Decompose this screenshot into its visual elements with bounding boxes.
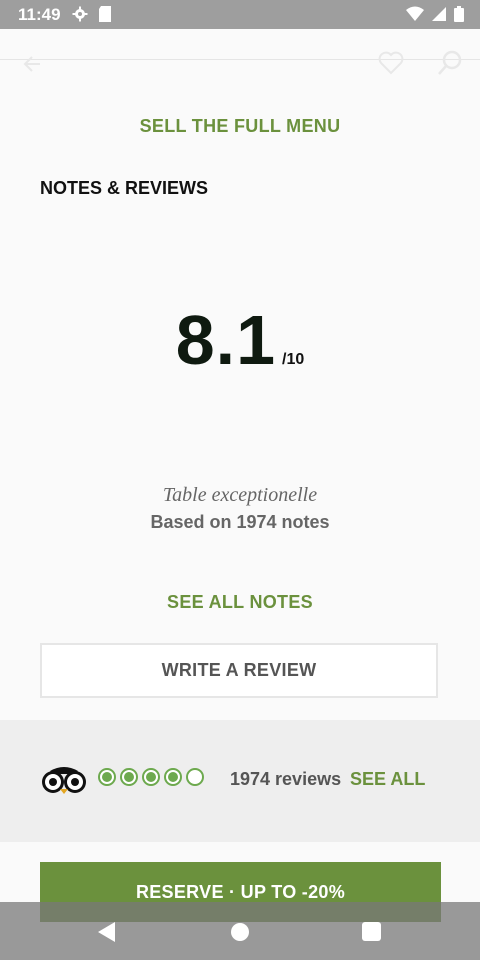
rating-bubble-filled	[142, 768, 160, 786]
nav-recent-icon[interactable]	[362, 922, 381, 941]
write-review-button[interactable]: WRITE A REVIEW	[40, 643, 438, 698]
tripadvisor-review-count: 1974 reviews	[230, 769, 342, 789]
status-icons-left	[72, 6, 112, 22]
nav-home-icon[interactable]	[231, 923, 249, 941]
wifi-icon	[406, 6, 424, 21]
tripadvisor-panel: 1974 reviews SEE ALL	[0, 720, 480, 842]
section-title: NOTES & REVIEWS	[40, 178, 209, 198]
score-value: 8.1	[175, 301, 277, 379]
sell-full-menu-link[interactable]: SELL THE FULL MENU	[0, 116, 480, 137]
status-bar: 11:49	[0, 0, 480, 29]
gear-icon	[72, 6, 88, 22]
based-on-notes: Based on 1974 notes	[150, 512, 330, 532]
rating-bubble-filled	[120, 768, 138, 786]
rating-bubbles	[98, 768, 204, 786]
tripadvisor-owl-icon	[42, 767, 86, 794]
status-icons-right	[406, 6, 464, 22]
status-time: 11:49	[18, 5, 61, 24]
heart-icon[interactable]	[378, 51, 404, 75]
nav-back-icon[interactable]	[98, 922, 116, 942]
score: 8.1/10	[0, 300, 480, 380]
battery-icon	[454, 6, 464, 22]
toolbar	[0, 29, 480, 75]
tripadvisor-see-all-link[interactable]: SEE ALL	[350, 769, 425, 790]
signal-icon	[432, 7, 446, 21]
score-max: /10	[282, 351, 305, 368]
sd-card-icon	[99, 6, 111, 22]
rating-bubble-filled	[98, 768, 116, 786]
search-icon[interactable]	[436, 49, 464, 77]
system-nav-bar	[0, 902, 480, 960]
score-label: Table exceptionelle	[162, 484, 318, 506]
rating-bubble-filled	[164, 768, 182, 786]
back-arrow-icon[interactable]	[22, 54, 42, 74]
rating-bubble-empty	[186, 768, 204, 786]
see-all-notes-link[interactable]: SEE ALL NOTES	[0, 592, 480, 613]
